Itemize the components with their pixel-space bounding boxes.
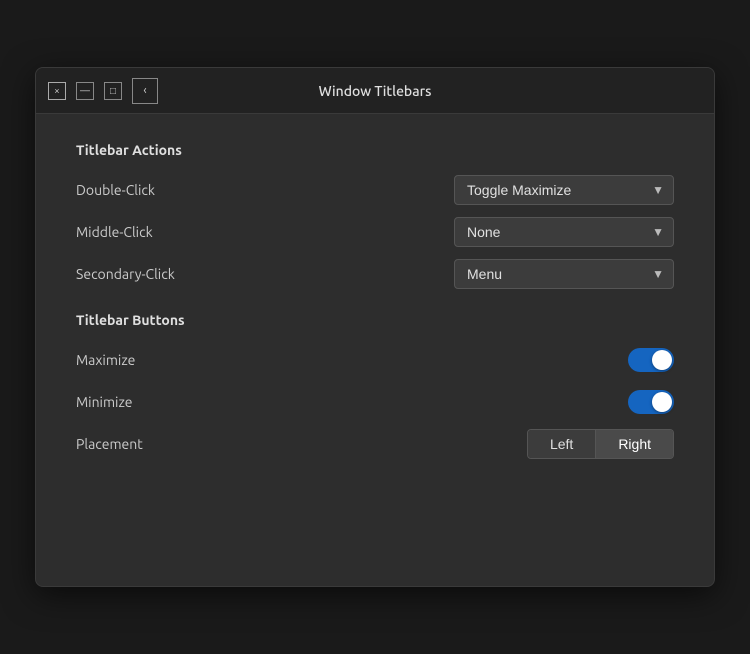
minimize-button[interactable]: — bbox=[76, 82, 94, 100]
middle-click-select-wrapper: None Toggle Shade Toggle Maximize Lower … bbox=[454, 217, 674, 247]
double-click-select-wrapper: Toggle Maximize Toggle Shade None Lower … bbox=[454, 175, 674, 205]
titlebar-actions-heading: Titlebar Actions bbox=[76, 142, 674, 158]
double-click-label: Double-Click bbox=[76, 182, 155, 198]
maximize-label: Maximize bbox=[76, 352, 135, 368]
secondary-click-select-wrapper: Menu None Toggle Shade Toggle Maximize L… bbox=[454, 259, 674, 289]
titlebar-controls: × — □ ‹ bbox=[48, 78, 158, 104]
titlebar-actions-section: Titlebar Actions Double-Click Toggle Max… bbox=[76, 142, 674, 292]
double-click-row: Double-Click Toggle Maximize Toggle Shad… bbox=[76, 172, 674, 208]
minimize-thumb bbox=[652, 392, 672, 412]
placement-button-group: Left Right bbox=[527, 429, 674, 459]
middle-click-select[interactable]: None Toggle Shade Toggle Maximize Lower … bbox=[454, 217, 674, 247]
maximize-toggle-row: Maximize bbox=[76, 342, 674, 378]
back-button[interactable]: ‹ bbox=[132, 78, 158, 104]
middle-click-label: Middle-Click bbox=[76, 224, 153, 240]
placement-row: Placement Left Right bbox=[76, 426, 674, 462]
placement-label: Placement bbox=[76, 436, 143, 452]
titlebar-buttons-section: Titlebar Buttons Maximize Minimize bbox=[76, 312, 674, 462]
minimize-toggle[interactable] bbox=[628, 390, 674, 414]
secondary-click-row: Secondary-Click Menu None Toggle Shade T… bbox=[76, 256, 674, 292]
content-area: Titlebar Actions Double-Click Toggle Max… bbox=[36, 114, 714, 508]
maximize-thumb bbox=[652, 350, 672, 370]
close-button[interactable]: × bbox=[48, 82, 66, 100]
maximize-toggle[interactable] bbox=[628, 348, 674, 372]
minimize-label: Minimize bbox=[76, 394, 133, 410]
secondary-click-select[interactable]: Menu None Toggle Shade Toggle Maximize L… bbox=[454, 259, 674, 289]
titlebar-buttons-heading: Titlebar Buttons bbox=[76, 312, 674, 328]
titlebar: × — □ ‹ Window Titlebars bbox=[36, 68, 714, 114]
middle-click-row: Middle-Click None Toggle Shade Toggle Ma… bbox=[76, 214, 674, 250]
placement-left-button[interactable]: Left bbox=[528, 430, 596, 458]
minimize-toggle-row: Minimize bbox=[76, 384, 674, 420]
double-click-select[interactable]: Toggle Maximize Toggle Shade None Lower … bbox=[454, 175, 674, 205]
placement-right-button[interactable]: Right bbox=[596, 430, 673, 458]
maximize-button[interactable]: □ bbox=[104, 82, 122, 100]
window-title: Window Titlebars bbox=[319, 83, 432, 99]
window: × — □ ‹ Window Titlebars Titlebar Action… bbox=[35, 67, 715, 587]
secondary-click-label: Secondary-Click bbox=[76, 266, 175, 282]
